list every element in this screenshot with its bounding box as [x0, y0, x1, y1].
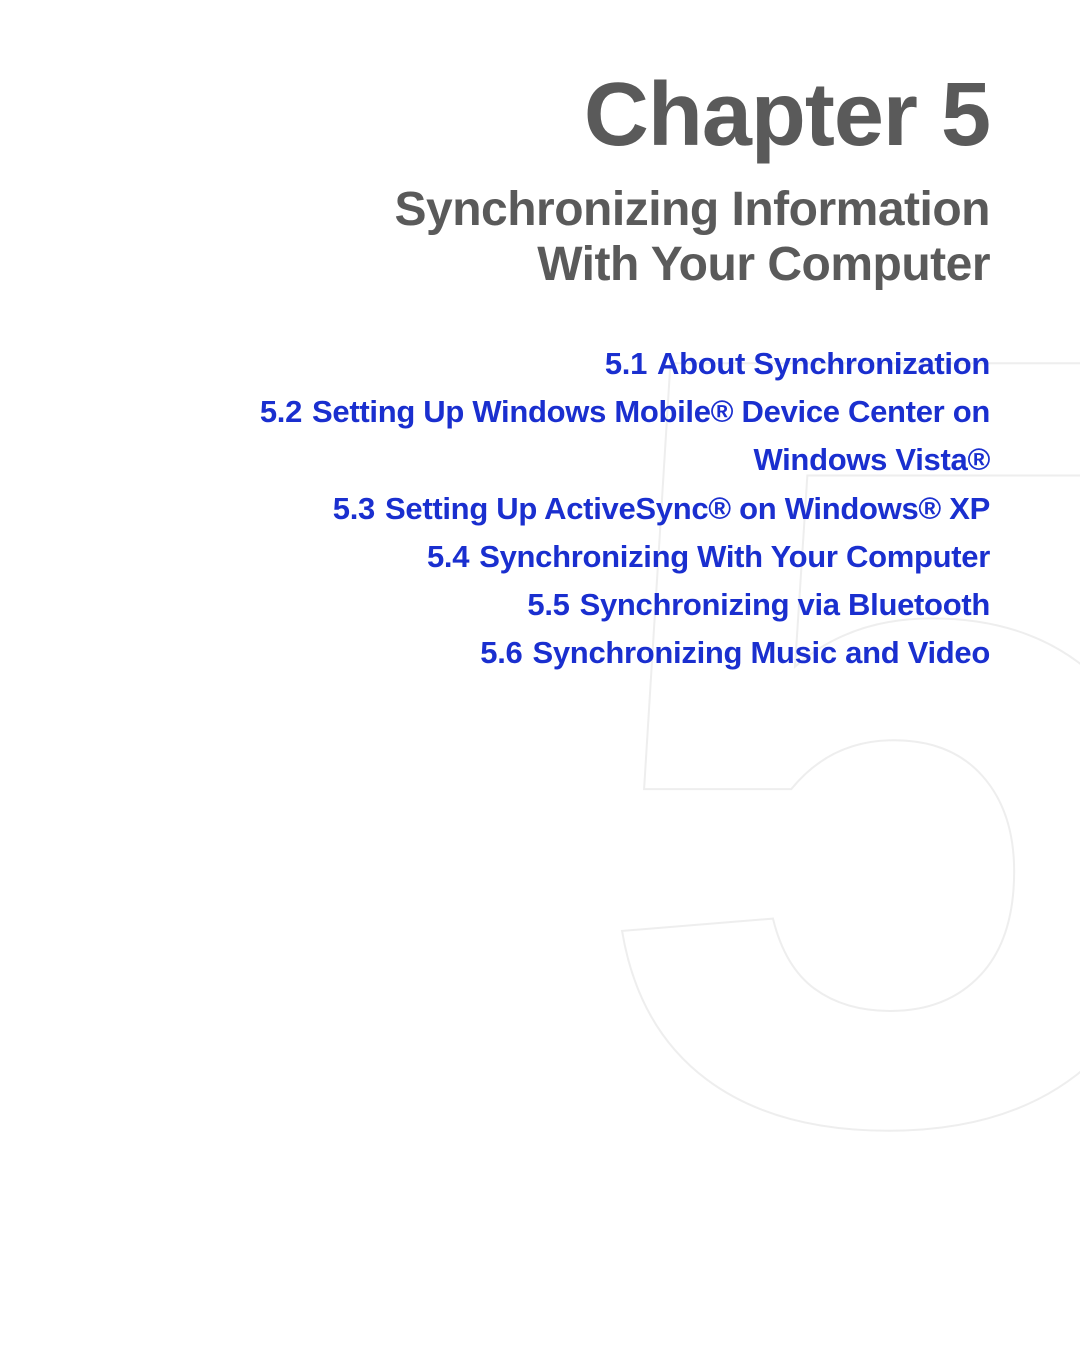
toc-item[interactable]: 5.4 Synchronizing With Your Computer: [427, 533, 990, 581]
toc-item[interactable]: 5.5 Synchronizing via Bluetooth: [527, 581, 990, 629]
toc-item-title: Synchronizing via Bluetooth: [580, 587, 990, 622]
toc-item[interactable]: 5.6 Synchronizing Music and Video: [480, 629, 990, 677]
chapter-subtitle-line2: With Your Computer: [537, 238, 990, 291]
toc-item[interactable]: 5.1 About Synchronization: [605, 340, 990, 388]
toc-item-number: 5.4: [427, 539, 469, 574]
toc-item-title: Setting Up Windows Mobile® Device Center…: [312, 394, 990, 477]
toc-item-number: 5.2: [260, 394, 302, 429]
toc-item-number: 5.3: [333, 491, 375, 526]
toc-item-number: 5.1: [605, 346, 647, 381]
table-of-contents: 5.1 About Synchronization 5.2 Setting Up W…: [0, 340, 990, 676]
chapter-subtitle: Synchronizing Information With Your Comp…: [0, 182, 990, 292]
toc-item-title: Setting Up ActiveSync® on Windows® XP: [385, 491, 990, 526]
chapter-title: Chapter 5: [0, 70, 990, 160]
toc-item[interactable]: 5.2 Setting Up Windows Mobile® Device Cen…: [120, 388, 990, 484]
toc-item[interactable]: 5.3 Setting Up ActiveSync® on Windows® XP: [333, 485, 990, 533]
toc-item-number: 5.5: [527, 587, 569, 622]
chapter-content: Chapter 5 Synchronizing Information With…: [0, 0, 1080, 677]
chapter-subtitle-line1: Synchronizing Information: [395, 183, 991, 236]
toc-item-title: Synchronizing Music and Video: [532, 635, 990, 670]
toc-item-title: About Synchronization: [657, 346, 990, 381]
toc-item-number: 5.6: [480, 635, 522, 670]
toc-item-title: Synchronizing With Your Computer: [479, 539, 990, 574]
